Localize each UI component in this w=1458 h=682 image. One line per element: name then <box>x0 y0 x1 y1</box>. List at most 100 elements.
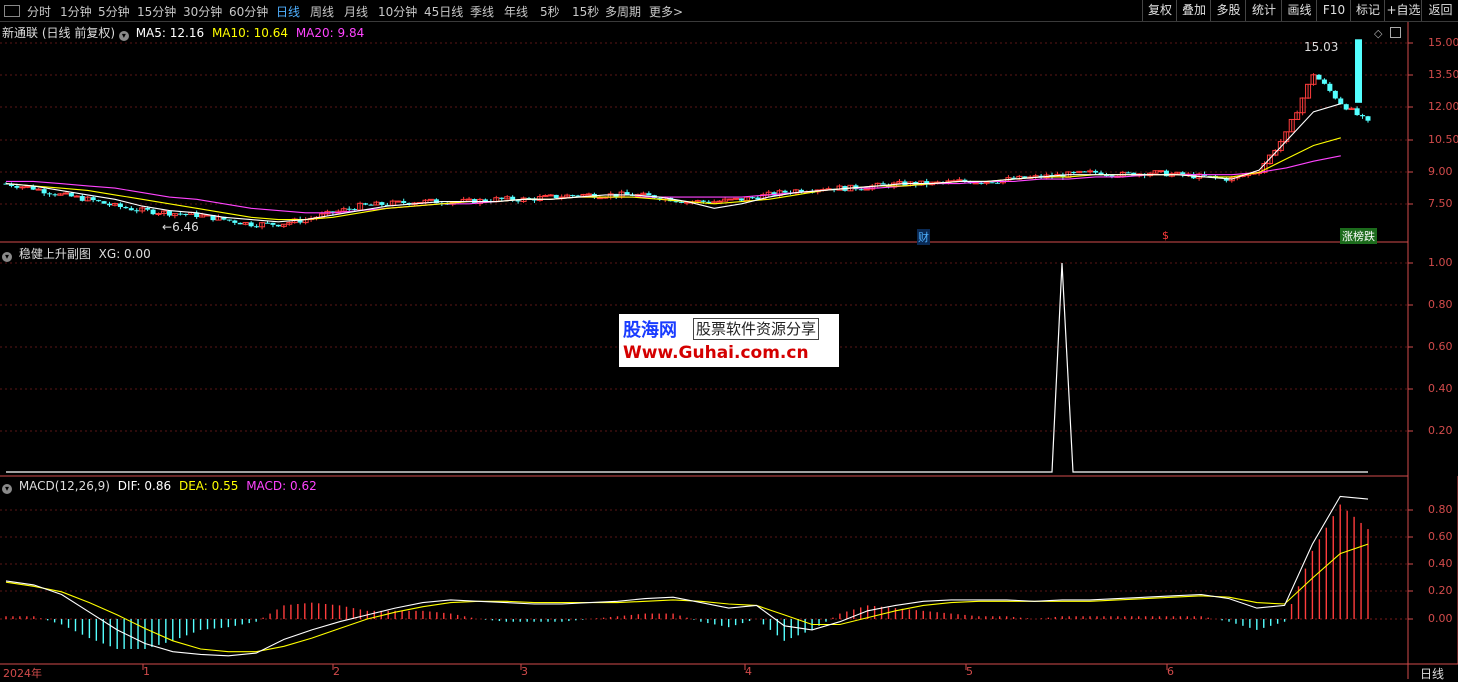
y-tick-label: 0.00 <box>1428 612 1453 625</box>
candle-down <box>150 209 156 215</box>
watermark-brand: 股海网 <box>623 320 677 341</box>
y-tick-label: 1.00 <box>1428 256 1453 269</box>
candle-down <box>1125 172 1131 174</box>
finance-marker[interactable]: 财 <box>917 229 930 245</box>
indicator-title[interactable]: 稳健上升副图 <box>19 247 91 261</box>
candle-down <box>166 211 172 216</box>
candle-down <box>248 222 254 227</box>
candle-down <box>1103 175 1109 177</box>
macd-value: MACD: 0.62 <box>246 479 317 493</box>
settings-toggle-icon[interactable]: ▾ <box>118 31 129 41</box>
y-tick-label: 0.20 <box>1428 424 1453 437</box>
candle-up <box>727 198 734 201</box>
dollar-marker[interactable]: $ <box>1162 229 1169 242</box>
candle-down <box>1343 104 1349 110</box>
candle-up <box>427 198 434 201</box>
candle-up <box>972 182 979 185</box>
price-pane-header: 新通联 (日线 前复权) ▾ MA5: 12.16 MA10: 10.64 MA… <box>2 24 364 41</box>
candle-up <box>863 188 870 191</box>
candle-down <box>232 220 238 223</box>
candle-down <box>123 207 129 209</box>
macd-title[interactable]: MACD(12,26,9) <box>19 479 110 493</box>
candle-down <box>145 207 151 210</box>
candle-down <box>499 197 505 199</box>
candle-down <box>346 208 352 210</box>
ma10-value: MA10: 10.64 <box>211 26 288 40</box>
macd-toggle-icon[interactable]: ▾ <box>2 484 12 494</box>
x-tick-label: 2 <box>333 665 340 678</box>
candle-down <box>858 189 864 191</box>
y-tick-label: 12.00 <box>1428 100 1458 113</box>
y-tick-label: 15.00 <box>1428 36 1458 49</box>
candle-up <box>585 193 592 196</box>
candle-down <box>1163 170 1169 177</box>
y-tick-label: 10.50 <box>1428 133 1458 146</box>
y-tick-label: 0.40 <box>1428 382 1453 395</box>
candle-down <box>79 196 85 201</box>
diamond-icon[interactable]: ◇ <box>1374 27 1382 40</box>
candle-down <box>1071 171 1077 173</box>
candle-down <box>570 195 576 197</box>
ma10-line <box>5 137 1341 221</box>
candle-up <box>466 198 473 201</box>
indicator-toggle-icon[interactable]: ▾ <box>2 252 12 262</box>
candle-up <box>24 185 31 188</box>
macd-dea: DEA: 0.55 <box>178 479 239 493</box>
candle-down <box>880 183 886 185</box>
candle-up <box>547 194 554 197</box>
y-tick-label: 0.80 <box>1428 298 1453 311</box>
candle-down <box>14 185 20 188</box>
candle-down <box>68 193 74 197</box>
candle-up <box>19 186 26 189</box>
candle-down <box>624 192 630 195</box>
maximize-icon[interactable] <box>1390 27 1401 38</box>
candle-down <box>1365 116 1371 121</box>
candle-down <box>30 186 36 190</box>
x-tick-label: 5 <box>966 665 973 678</box>
dea-line <box>5 543 1369 653</box>
candle-down <box>995 182 1001 184</box>
candle-down <box>1355 39 1362 103</box>
candle-down <box>782 190 788 193</box>
candle-down <box>1354 108 1360 116</box>
y-tick-label: 9.00 <box>1428 165 1453 178</box>
ma20-value: MA20: 9.84 <box>295 26 365 40</box>
x-tick-label: 1 <box>143 665 150 678</box>
candle-down <box>1082 171 1088 173</box>
period-label[interactable]: 日线 <box>1420 665 1444 682</box>
indicator-pane-header: ▾ 稳健上升副图 XG: 0.00 <box>2 245 151 262</box>
ranking-marker[interactable]: 涨榜跌 <box>1340 228 1377 244</box>
y-tick-label: 0.20 <box>1428 584 1453 597</box>
candle-down <box>47 193 53 195</box>
candle-down <box>646 193 652 196</box>
candle-up <box>716 200 723 203</box>
candle-up <box>596 197 603 200</box>
x-tick-label: 4 <box>745 665 752 678</box>
low-price-label: ←6.46 <box>162 220 199 234</box>
y-tick-label: 0.60 <box>1428 530 1453 543</box>
candle-down <box>52 194 58 196</box>
watermark-url: Www.Guhai.com.cn <box>623 343 809 363</box>
candle-down <box>128 208 134 211</box>
adjust-mode[interactable]: (日线 前复权) <box>42 26 115 40</box>
candle-up <box>1087 170 1094 173</box>
candle-down <box>738 198 744 201</box>
candle-down <box>352 209 358 211</box>
y-tick-label: 13.50 <box>1428 68 1458 81</box>
x-tick-label: 3 <box>521 665 528 678</box>
candle-down <box>401 201 407 203</box>
candle-down <box>978 182 984 184</box>
ma5-value: MA5: 12.16 <box>135 26 205 40</box>
dif-line <box>5 495 1369 657</box>
stock-name: 新通联 <box>2 26 39 40</box>
y-tick-label: 0.60 <box>1428 340 1453 353</box>
candle-down <box>989 182 995 184</box>
candle-up <box>983 181 990 184</box>
high-price-label: 15.03 <box>1304 40 1339 54</box>
candle-down <box>1360 115 1366 117</box>
candle-up <box>62 192 69 195</box>
candle-up <box>35 188 42 191</box>
low-price-value: 6.46 <box>172 220 199 234</box>
candle-down <box>275 224 281 227</box>
candle-down <box>117 203 123 208</box>
